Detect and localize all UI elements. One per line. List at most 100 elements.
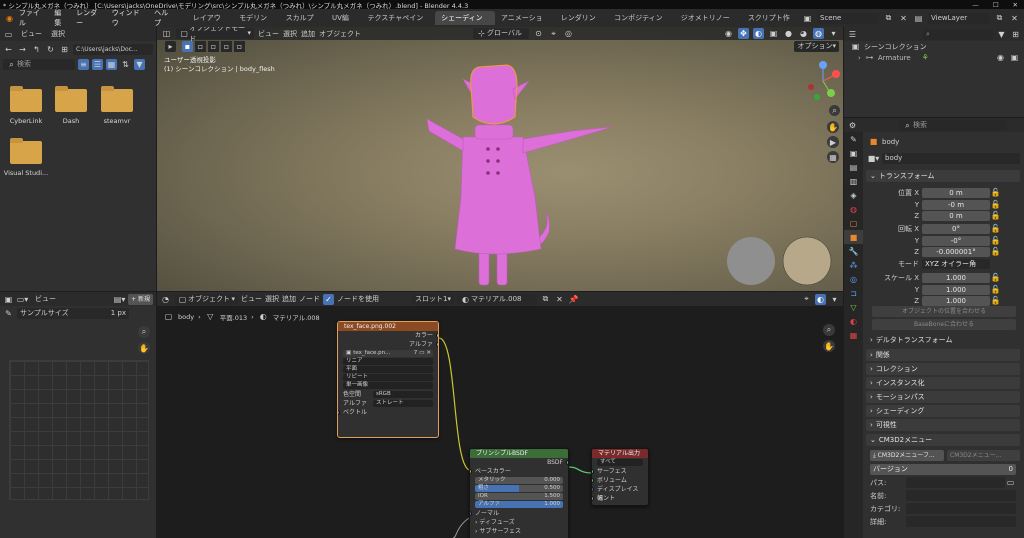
menu-render[interactable]: レンダー xyxy=(76,8,104,28)
ie-menu-view[interactable]: ビュー xyxy=(35,294,56,304)
cm3d2-path-field[interactable] xyxy=(906,477,1005,488)
file-search-input[interactable]: ⌕ 検索 xyxy=(3,58,75,70)
outliner-row-scene-collection[interactable]: ▣ シーンコレクション xyxy=(844,41,1024,52)
navigation-gizmo[interactable] xyxy=(808,61,840,100)
back-icon[interactable]: ← xyxy=(3,44,14,55)
lock-icon[interactable]: 🔓 xyxy=(990,235,1001,246)
data-tab-icon[interactable]: ▽ xyxy=(844,300,863,314)
socket-thickness[interactable] xyxy=(592,496,594,501)
align-basebone-button[interactable]: BaseBoneに合わせる xyxy=(872,319,1016,330)
image-selector[interactable]: ▣ tex_face.pn... 7 ▭ ✕ xyxy=(343,350,433,357)
section-relations[interactable]: › 関係 xyxy=(866,349,1020,361)
tab-geometry-nodes[interactable]: ジオメトリノード xyxy=(675,11,742,36)
socket-bsdf[interactable] xyxy=(566,460,568,465)
rotation-mode-dropdown[interactable]: XYZ オイラー角 xyxy=(922,258,990,269)
eyedropper-icon[interactable]: ✎ xyxy=(3,308,14,319)
extension-dropdown[interactable]: リピート xyxy=(343,374,433,381)
interpolation-dropdown[interactable]: リニア xyxy=(343,358,433,365)
cm3d2-version-field[interactable]: バージョン 0 xyxy=(870,464,1016,475)
constraints-tab-icon[interactable]: ⊐ xyxy=(844,286,863,300)
3d-viewport[interactable]: ◫ ▢ オブジェクトモード ▾ ビュー 選択 追加 オブジェクト ⊹ グローバル… xyxy=(157,27,843,291)
modifier-tab-icon[interactable]: 🔧 xyxy=(844,244,863,258)
eye-icon[interactable]: ◉ xyxy=(995,52,1006,63)
lock-icon[interactable]: 🔓 xyxy=(990,295,1001,306)
zoom-icon[interactable]: ⌕ xyxy=(138,326,150,338)
tab-rendering[interactable]: レンダリング xyxy=(555,11,608,36)
section-motion-paths[interactable]: › モーションパス xyxy=(866,391,1020,403)
rotation-z-field[interactable]: -0.000001° xyxy=(922,246,990,257)
parent-dir-icon[interactable]: ↰ xyxy=(31,44,42,55)
properties-search[interactable]: ⌕ 検索 xyxy=(899,119,1007,131)
ior-field[interactable]: IOR 1.500 xyxy=(475,493,563,500)
lock-icon[interactable]: 🔓 xyxy=(990,210,1001,221)
new-scene-icon[interactable]: ⧉ xyxy=(883,13,894,24)
panel-subsurface[interactable]: › サブサーフェス xyxy=(470,527,568,536)
character-model[interactable] xyxy=(157,27,843,291)
tab-modeling[interactable]: モデリング xyxy=(233,11,279,36)
align-origin-button[interactable]: オブジェクトの位置を合わせる xyxy=(872,306,1016,317)
shader-node-editor[interactable]: ◔ ▢ オブジェクト ▾ ビュー 選択 追加 ノード ✓ ノードを使用 スロット… xyxy=(157,292,843,538)
socket-volume[interactable] xyxy=(592,478,594,483)
path-field[interactable]: C:\Users\jacks\Doc... xyxy=(73,43,153,55)
socket-displacement[interactable] xyxy=(592,487,594,492)
particles-tab-icon[interactable]: ⁂ xyxy=(844,258,863,272)
image-texture-node[interactable]: tex_face.png.002 カラー アルファ ▣ tex_face.pn.… xyxy=(337,321,439,438)
object-name-field[interactable]: body xyxy=(882,153,1020,164)
metallic-field[interactable]: メタリック 0.000 xyxy=(475,477,563,484)
render-tab-icon[interactable]: ▣ xyxy=(844,146,863,160)
view-layer-tab-icon[interactable]: ▥ xyxy=(844,174,863,188)
filter-icon[interactable]: ▼ xyxy=(996,29,1007,40)
new-viewlayer-icon[interactable]: ⧉ xyxy=(994,13,1005,24)
zoom-icon[interactable]: ⌕ xyxy=(829,105,840,116)
section-shading[interactable]: › シェーディング xyxy=(866,405,1020,417)
outliner-search[interactable]: ⌕ xyxy=(923,28,993,40)
material-tab-icon[interactable]: ◐ xyxy=(844,314,863,328)
fb-menu-select[interactable]: 選択 xyxy=(51,29,65,39)
output-tab-icon[interactable]: ▤ xyxy=(844,160,863,174)
object-data-icon[interactable]: ■▾ xyxy=(868,153,880,164)
thumbnails-icon[interactable]: ▦ xyxy=(106,58,117,70)
folder-item[interactable]: steamvr xyxy=(97,86,137,125)
panel-diffuse[interactable]: › ディフューズ xyxy=(470,518,568,527)
lock-icon[interactable]: 🔓 xyxy=(990,284,1001,295)
rotation-y-field[interactable]: -0° xyxy=(922,235,990,246)
delete-scene-icon[interactable]: ✕ xyxy=(898,13,909,24)
section-collections[interactable]: › コレクション xyxy=(866,363,1020,375)
camera-visibility-icon[interactable]: ▣ xyxy=(1009,52,1020,63)
view-mode-icon[interactable]: ▭▾ xyxy=(17,294,29,305)
colorspace-dropdown[interactable]: sRGB xyxy=(373,391,433,398)
lock-icon[interactable]: 🔓 xyxy=(990,199,1001,210)
lock-icon[interactable]: 🔓 xyxy=(990,223,1001,234)
editor-type-icon[interactable]: ☰ xyxy=(847,29,858,40)
new-folder-icon[interactable]: ⊞ xyxy=(59,44,70,55)
target-dropdown[interactable]: すべて xyxy=(597,459,643,466)
lock-icon[interactable]: 🔓 xyxy=(990,272,1001,283)
sort-icon[interactable]: ⇅ xyxy=(120,59,131,70)
scale-y-field[interactable]: 1.000 xyxy=(922,284,990,295)
menu-help[interactable]: ヘルプ xyxy=(154,8,175,28)
folder-icon[interactable]: ▭ xyxy=(1005,477,1016,488)
image-canvas[interactable] xyxy=(9,360,149,500)
location-z-field[interactable]: 0 m xyxy=(922,210,990,221)
location-x-field[interactable]: 0 m xyxy=(922,187,990,198)
lock-icon[interactable]: 🔓 xyxy=(990,246,1001,257)
socket-color[interactable] xyxy=(436,333,438,338)
minimize-button[interactable]: — xyxy=(972,1,979,9)
projection-dropdown[interactable]: 平面 xyxy=(343,366,433,373)
vertical-list-icon[interactable]: ≡ xyxy=(78,58,89,70)
cm3d2-menu-file-button[interactable]: ⤓ CM3D2メニューフ... xyxy=(870,450,944,461)
camera-icon[interactable]: ▶ xyxy=(827,136,839,148)
forward-icon[interactable]: → xyxy=(17,44,28,55)
source-dropdown[interactable]: 単一画像 xyxy=(343,382,433,389)
rotation-x-field[interactable]: 0° xyxy=(922,223,990,234)
socket-vector[interactable] xyxy=(338,410,340,415)
menu-window[interactable]: ウィンドウ xyxy=(112,8,146,28)
roughness-field[interactable]: 粗さ 0.500 xyxy=(475,485,563,492)
editor-type-icon[interactable]: ▭ xyxy=(3,29,14,40)
viewlayer-field[interactable]: ViewLayer xyxy=(928,12,990,24)
lock-icon[interactable]: 🔓 xyxy=(990,187,1001,198)
tab-sculpt[interactable]: スカルプト xyxy=(280,11,326,36)
refresh-icon[interactable]: ↻ xyxy=(45,44,56,55)
section-transform[interactable]: ⌄ トランスフォーム xyxy=(866,170,1020,182)
tab-shading[interactable]: シェーディング xyxy=(435,11,495,36)
